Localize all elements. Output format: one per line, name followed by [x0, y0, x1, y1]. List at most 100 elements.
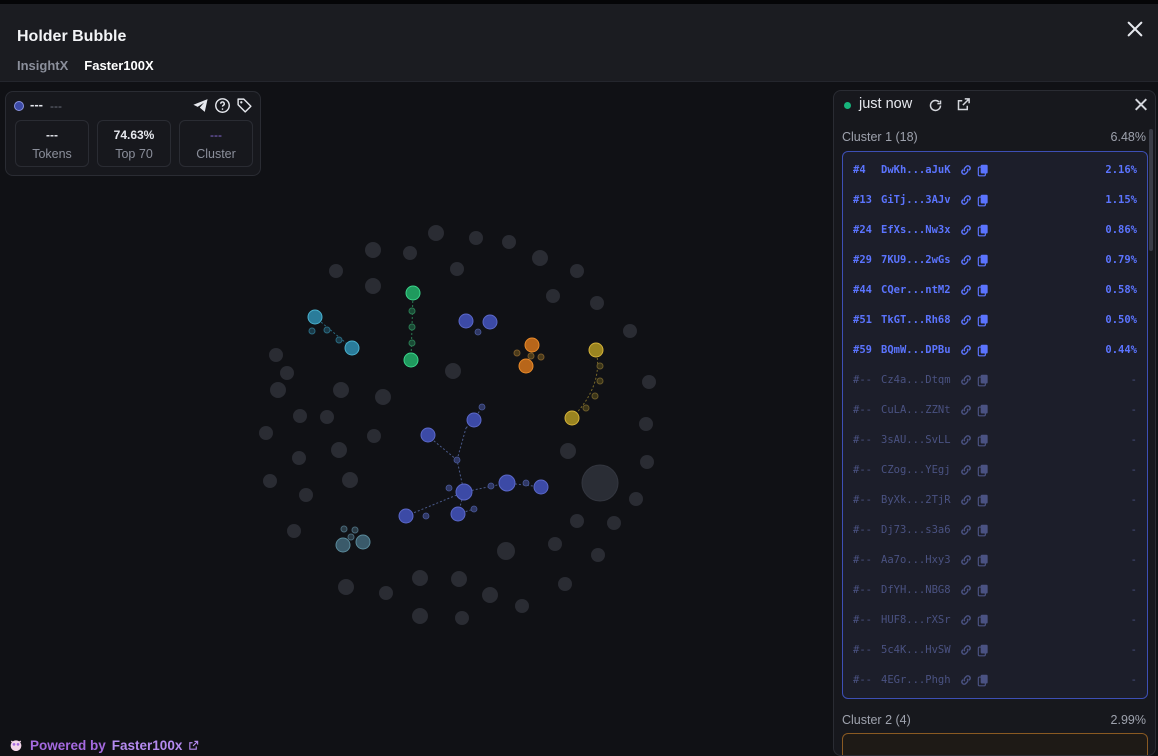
- panel-header: just now: [834, 91, 1155, 121]
- external-link-icon[interactable]: [956, 97, 971, 112]
- row-rank: #13: [853, 194, 872, 206]
- link-icon[interactable]: [959, 313, 973, 327]
- link-icon[interactable]: [959, 343, 973, 357]
- copy-icon[interactable]: [976, 643, 990, 657]
- row-rank: #--: [853, 614, 872, 626]
- copy-icon[interactable]: [976, 163, 990, 177]
- bubble-cluster-orange: [524, 337, 540, 353]
- row-rank: #--: [853, 554, 872, 566]
- cluster-1-list[interactable]: #4 DwKh...aJuK 2.16% #13 GiTj...3AJv 1.15% #24…: [842, 151, 1148, 699]
- cluster-2-label: Cluster 2 (4): [842, 713, 911, 727]
- close-panel-icon[interactable]: [1134, 98, 1147, 111]
- cluster-row[interactable]: #-- HUF8...rXSr -: [843, 605, 1147, 635]
- refresh-icon[interactable]: [928, 98, 943, 113]
- external-link-icon: [189, 740, 199, 750]
- row-actions: [959, 433, 990, 447]
- cluster-row[interactable]: #-- CZog...YEgj -: [843, 455, 1147, 485]
- bubble-map-graph[interactable]: [240, 210, 680, 630]
- bubble-cluster-1: [458, 313, 474, 329]
- copy-icon[interactable]: [976, 223, 990, 237]
- cluster-row[interactable]: #-- Cz4a...Dtqm -: [843, 365, 1147, 395]
- bubble-cluster-1: [466, 412, 482, 428]
- row-percent: 0.44%: [1105, 344, 1137, 356]
- copy-icon[interactable]: [976, 553, 990, 567]
- copy-icon[interactable]: [976, 463, 990, 477]
- copy-icon[interactable]: [976, 673, 990, 687]
- tag-icon[interactable]: [236, 97, 253, 114]
- bubble: [379, 586, 393, 600]
- telegram-icon[interactable]: [192, 97, 209, 114]
- row-address: 7KU9...2wGs: [881, 254, 951, 266]
- link-icon[interactable]: [959, 493, 973, 507]
- copy-icon[interactable]: [976, 313, 990, 327]
- bubble-cluster-orange-minor: [537, 353, 545, 361]
- copy-icon[interactable]: [976, 253, 990, 267]
- copy-icon[interactable]: [976, 523, 990, 537]
- bubble-cluster-1-minor: [422, 512, 430, 520]
- row-rank: #29: [853, 254, 872, 266]
- copy-icon[interactable]: [976, 193, 990, 207]
- link-icon[interactable]: [959, 403, 973, 417]
- cluster-row[interactable]: #-- Dj73...s3a6 -: [843, 515, 1147, 545]
- bubble: [451, 571, 467, 587]
- row-actions: [959, 313, 990, 327]
- row-actions: [959, 643, 990, 657]
- row-percent: -: [1130, 644, 1137, 656]
- copy-icon[interactable]: [976, 283, 990, 297]
- cluster-row[interactable]: #59 BQmW...DPBu 0.44%: [843, 335, 1147, 365]
- link-icon[interactable]: [959, 283, 973, 297]
- cluster-row[interactable]: #-- Aa7o...Hxy3 -: [843, 545, 1147, 575]
- cluster-row[interactable]: #-- ByXk...2TjR -: [843, 485, 1147, 515]
- cluster-row[interactable]: #-- 4EGr...Phgh -: [843, 665, 1147, 695]
- cluster-row[interactable]: #44 CQer...ntM2 0.58%: [843, 275, 1147, 305]
- bubble: [445, 363, 461, 379]
- cluster-row[interactable]: #-- 5c4K...HvSW -: [843, 635, 1147, 665]
- link-icon[interactable]: [959, 433, 973, 447]
- link-icon[interactable]: [959, 373, 973, 387]
- link-icon[interactable]: [959, 583, 973, 597]
- copy-icon[interactable]: [976, 613, 990, 627]
- copy-icon[interactable]: [976, 343, 990, 357]
- copy-icon[interactable]: [976, 583, 990, 597]
- link-icon[interactable]: [959, 193, 973, 207]
- tab-faster100x[interactable]: Faster100X: [84, 58, 153, 73]
- cluster-row[interactable]: #4 DwKh...aJuK 2.16%: [843, 155, 1147, 185]
- tab-insightx[interactable]: InsightX: [17, 58, 68, 73]
- cluster-row[interactable]: #13 GiTj...3AJv 1.15%: [843, 185, 1147, 215]
- link-icon[interactable]: [959, 553, 973, 567]
- link-icon[interactable]: [959, 643, 973, 657]
- copy-icon[interactable]: [976, 373, 990, 387]
- bubble: [367, 429, 381, 443]
- bubble: [403, 246, 417, 260]
- cluster-row[interactable]: #-- DfYH...NBG8 -: [843, 575, 1147, 605]
- link-icon[interactable]: [959, 613, 973, 627]
- powered-by-link[interactable]: Powered by Faster100x: [8, 737, 199, 753]
- link-icon[interactable]: [959, 523, 973, 537]
- bubble: [502, 235, 516, 249]
- cluster-2-list[interactable]: [842, 733, 1148, 755]
- scrollbar[interactable]: [1149, 129, 1153, 251]
- close-icon[interactable]: [1126, 20, 1144, 38]
- row-address: ByXk...2TjR: [881, 494, 951, 506]
- cluster-row[interactable]: #51 TkGT...Rh68 0.50%: [843, 305, 1147, 335]
- copy-icon[interactable]: [976, 433, 990, 447]
- cluster-row[interactable]: #-- CuLA...ZZNt -: [843, 395, 1147, 425]
- bubble: [333, 382, 349, 398]
- row-percent: 0.79%: [1105, 254, 1137, 266]
- copy-icon[interactable]: [976, 403, 990, 417]
- help-icon[interactable]: [214, 97, 231, 114]
- link-icon[interactable]: [959, 463, 973, 477]
- link-icon[interactable]: [959, 253, 973, 267]
- bubble-cluster-1-minor: [470, 505, 478, 513]
- cluster-row[interactable]: #29 7KU9...2wGs 0.79%: [843, 245, 1147, 275]
- cluster-row[interactable]: #-- 3sAU...SvLL -: [843, 425, 1147, 455]
- row-rank: #51: [853, 314, 872, 326]
- cluster-row[interactable]: #24 EfXs...Nw3x 0.86%: [843, 215, 1147, 245]
- stat-cluster-label: Cluster: [196, 147, 236, 161]
- link-icon[interactable]: [959, 673, 973, 687]
- link-icon[interactable]: [959, 223, 973, 237]
- row-actions: [959, 253, 990, 267]
- copy-icon[interactable]: [976, 493, 990, 507]
- bubble: [450, 262, 464, 276]
- link-icon[interactable]: [959, 163, 973, 177]
